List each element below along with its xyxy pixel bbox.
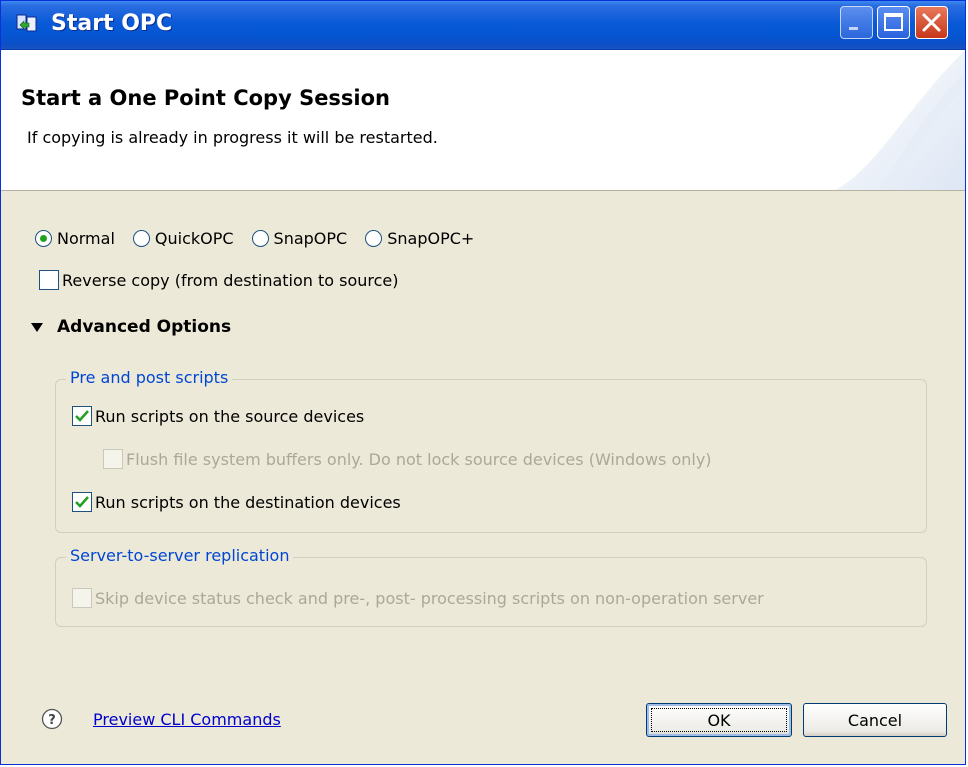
pre-post-scripts-group-label: Pre and post scripts bbox=[66, 368, 233, 387]
advanced-options-toggle[interactable]: Advanced Options bbox=[31, 317, 231, 337]
header-description: If copying is already in progress it wil… bbox=[27, 128, 438, 147]
skip-status-check-box[interactable] bbox=[72, 588, 92, 608]
reverse-copy-checkbox[interactable]: Reverse copy (from destination to source… bbox=[39, 270, 399, 290]
minimize-button[interactable] bbox=[840, 6, 873, 39]
reverse-copy-box[interactable] bbox=[39, 270, 59, 290]
app-icon bbox=[16, 14, 37, 32]
help-icon[interactable]: ? bbox=[41, 708, 63, 730]
window-title: Start OPC bbox=[51, 11, 173, 36]
run-destination-scripts-box[interactable] bbox=[72, 492, 92, 512]
preview-cli-commands-link[interactable]: Preview CLI Commands bbox=[93, 710, 281, 729]
radio-snapopc[interactable]: SnapOPC bbox=[251, 229, 348, 248]
radio-snapopc-circle[interactable] bbox=[251, 230, 269, 247]
flush-buffers-checkbox[interactable]: Flush file system buffers only. Do not l… bbox=[103, 449, 712, 469]
close-icon bbox=[922, 13, 941, 32]
maximize-icon bbox=[884, 13, 903, 31]
cancel-button-label: Cancel bbox=[847, 710, 903, 730]
close-button[interactable] bbox=[915, 6, 948, 39]
radio-snapopc-plus-circle[interactable] bbox=[365, 230, 383, 247]
checkmark-icon bbox=[75, 410, 89, 422]
skip-status-check-label: Skip device status check and pre-, post-… bbox=[95, 588, 764, 608]
skip-status-check-checkbox[interactable]: Skip device status check and pre-, post-… bbox=[72, 588, 764, 608]
title-bar[interactable]: Start OPC bbox=[1, 1, 965, 50]
radio-quickopc[interactable]: QuickOPC bbox=[132, 229, 234, 248]
server-replication-group-label: Server-to-server replication bbox=[66, 546, 294, 565]
radio-normal[interactable]: Normal bbox=[35, 229, 115, 248]
run-source-scripts-box[interactable] bbox=[72, 406, 92, 426]
advanced-options-label: Advanced Options bbox=[57, 317, 232, 337]
run-destination-scripts-checkbox[interactable]: Run scripts on the destination devices bbox=[72, 492, 401, 512]
reverse-copy-label: Reverse copy (from destination to source… bbox=[62, 270, 399, 290]
radio-normal-label: Normal bbox=[57, 229, 115, 248]
flush-buffers-box[interactable] bbox=[103, 449, 123, 469]
dialog-window: Start OPC Start a One Point Copy Session… bbox=[0, 0, 966, 765]
cancel-button[interactable]: Cancel bbox=[803, 703, 947, 737]
radio-normal-circle[interactable] bbox=[35, 230, 52, 247]
radio-snapopc-label: SnapOPC bbox=[273, 229, 348, 248]
flush-buffers-label: Flush file system buffers only. Do not l… bbox=[126, 449, 712, 469]
radio-snapopc-plus[interactable]: SnapOPC+ bbox=[365, 229, 474, 248]
minimize-icon bbox=[849, 27, 858, 30]
radio-snapopc-plus-label: SnapOPC+ bbox=[387, 229, 475, 248]
header-title: Start a One Point Copy Session bbox=[21, 86, 391, 110]
expand-triangle-icon bbox=[31, 322, 43, 332]
dialog-header: Start a One Point Copy Session If copyin… bbox=[1, 50, 965, 191]
maximize-button[interactable] bbox=[877, 6, 910, 39]
radio-quickopc-circle[interactable] bbox=[132, 230, 150, 247]
run-source-scripts-checkbox[interactable]: Run scripts on the source devices bbox=[72, 406, 364, 426]
mode-radio-group: Normal QuickOPC SnapOPC SnapOPC+ bbox=[35, 229, 474, 248]
radio-quickopc-label: QuickOPC bbox=[154, 229, 234, 248]
header-decoration bbox=[835, 50, 965, 190]
svg-text:?: ? bbox=[48, 713, 56, 728]
run-source-scripts-label: Run scripts on the source devices bbox=[95, 406, 365, 426]
checkmark-icon bbox=[75, 496, 89, 508]
run-destination-scripts-label: Run scripts on the destination devices bbox=[95, 492, 401, 512]
focus-ring bbox=[651, 708, 787, 732]
ok-button[interactable]: OK bbox=[646, 703, 792, 737]
